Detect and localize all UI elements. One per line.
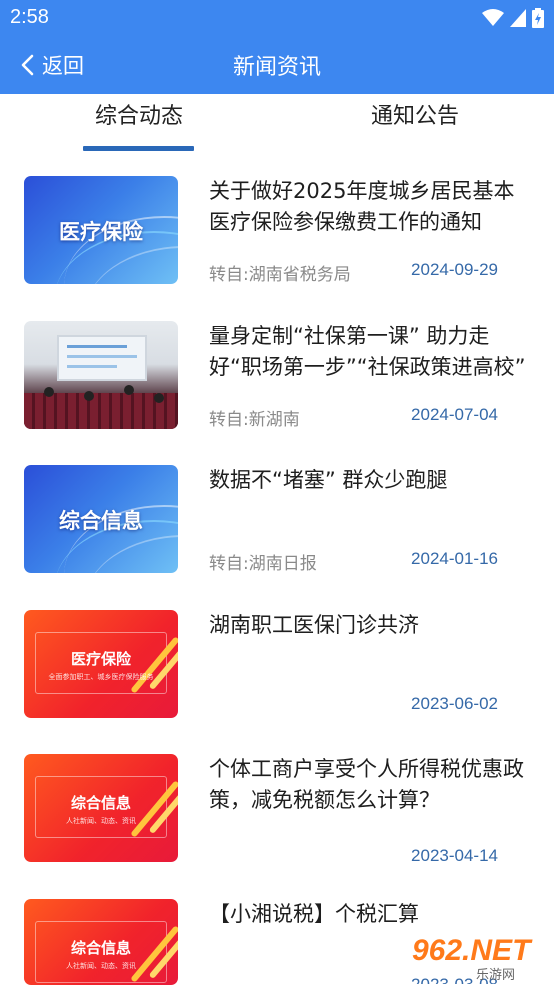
tab-indicator [83, 146, 194, 151]
news-thumbnail: 综合信息 人社新闻、动态、资讯 [24, 754, 178, 862]
news-item[interactable]: 综合信息 数据不“堵塞” 群众少跑腿 转自:湖南日报 2024-01-16 [0, 443, 554, 574]
thumbnail-label: 医疗保险 [59, 220, 143, 244]
watermark-text: 962.NET [412, 934, 531, 967]
news-item[interactable]: 医疗保险 全面参加职工、城乡医疗保险服务 湖南职工医保门诊共济 2023-06-… [0, 588, 554, 718]
cellular-signal-icon [510, 9, 526, 27]
news-source: 转自:湖南日报 [209, 554, 317, 574]
news-item[interactable]: 医疗保险 关于做好2025年度城乡居民基本医疗保险参保缴费工作的通知 转自:湖南… [0, 154, 554, 285]
news-date: 2023-04-14 [411, 846, 498, 865]
tab-comprehensive-news[interactable]: 综合动态 [39, 98, 239, 130]
thumbnail-label: 医疗保险 [70, 650, 131, 668]
thumbnail-label: 综合信息 [70, 939, 131, 957]
thumbnail-label: 综合信息 [70, 794, 131, 812]
news-title: 量身定制“社保第一课” 助力走好“职场第一步”“社保政策进高校” [209, 324, 526, 379]
news-thumbnail: 综合信息 [24, 465, 178, 573]
thumbnail-subtitle: 全面参加职工、城乡医疗保险服务 [48, 673, 154, 681]
wifi-icon [482, 9, 504, 26]
thumbnail-label: 综合信息 [59, 509, 143, 533]
tab-bar: 综合动态 通知公告 [0, 94, 554, 154]
watermark-subtext: 乐游网 [476, 968, 516, 983]
news-title: 个体工商户享受个人所得税优惠政策，减免税额怎么计算？ [209, 757, 524, 812]
news-date: 2024-07-04 [411, 405, 498, 424]
battery-icon [532, 8, 544, 28]
news-item[interactable]: 量身定制“社保第一课” 助力走好“职场第一步”“社保政策进高校” 转自:新湖南 … [0, 299, 554, 430]
news-date: 2024-01-16 [411, 549, 498, 568]
news-thumbnail-photo [24, 321, 178, 429]
news-title: 关于做好2025年度城乡居民基本医疗保险参保缴费工作的通知 [209, 179, 515, 234]
news-thumbnail: 医疗保险 [24, 176, 178, 284]
status-bar: 2:58 [0, 0, 554, 36]
news-title: 湖南职工医保门诊共济 [209, 613, 419, 637]
page-title: 新闻资讯 [232, 55, 321, 80]
news-item[interactable]: 综合信息 人社新闻、动态、资讯 个体工商户享受个人所得税优惠政策，减免税额怎么计… [0, 732, 554, 865]
tab-announcements[interactable]: 通知公告 [315, 98, 515, 130]
news-thumbnail: 综合信息 人社新闻、动态、资讯 [24, 899, 178, 985]
news-source: 转自:新湖南 [209, 410, 300, 430]
watermark-logo: 962.NET 乐游网 [412, 934, 548, 984]
news-source: 转自:湖南省税务局 [209, 265, 351, 285]
news-date: 2024-09-29 [411, 260, 498, 279]
thumbnail-subtitle: 人社新闻、动态、资讯 [66, 817, 136, 825]
app-bar: 返回 新闻资讯 [0, 36, 554, 94]
news-date: 2023-06-02 [411, 694, 498, 713]
news-title: 【小湘说税】个税汇算 [209, 902, 419, 926]
news-thumbnail: 医疗保险 全面参加职工、城乡医疗保险服务 [24, 610, 178, 718]
thumbnail-subtitle: 人社新闻、动态、资讯 [66, 962, 136, 970]
status-icons [482, 8, 544, 28]
news-title: 数据不“堵塞” 群众少跑腿 [209, 468, 448, 492]
status-time: 2:58 [10, 6, 49, 28]
